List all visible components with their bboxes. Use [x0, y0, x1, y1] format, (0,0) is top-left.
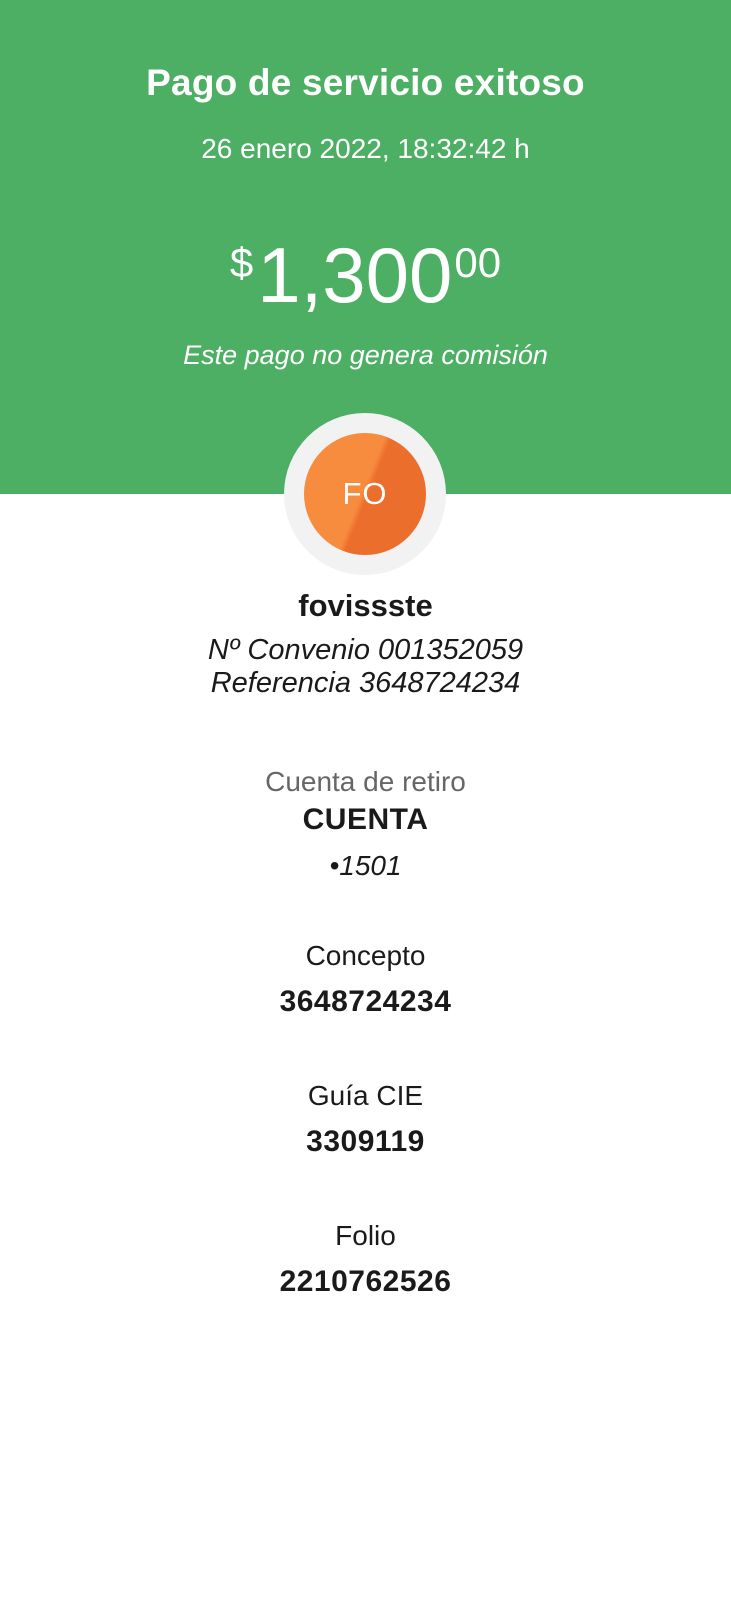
amount-cents: 00: [454, 239, 502, 286]
reference-number: Referencia 3648724234: [210, 667, 521, 699]
agreement-number: Nº Convenio 001352059: [207, 634, 524, 666]
amount-currency: $: [229, 239, 254, 286]
withdrawal-account-label: Cuenta de retiro: [265, 766, 466, 797]
payment-details: fovissste Nº Convenio 001352059 Referenc…: [0, 584, 731, 1302]
biller-avatar-ring: FO: [284, 413, 446, 575]
withdrawal-account-number: •1501: [329, 850, 402, 881]
concept-value: 3648724234: [279, 985, 452, 1018]
cie-guide-value: 3309119: [306, 1125, 425, 1158]
amount-integer: 1,300: [257, 231, 453, 319]
payment-amount: $ 1,300 00: [0, 228, 731, 314]
cie-guide-section: Guía CIE 3309119: [0, 1078, 731, 1162]
cie-guide-label: Guía CIE: [307, 1080, 424, 1111]
folio-section: Folio 2210762526: [0, 1218, 731, 1302]
biller-initials: FO: [342, 476, 388, 511]
withdrawal-account-name: CUENTA: [302, 803, 429, 836]
biller-avatar: FO: [304, 433, 426, 555]
folio-label: Folio: [335, 1220, 396, 1251]
concept-section: Concepto 3648724234: [0, 938, 731, 1022]
commission-note: Este pago no genera comisión: [183, 340, 548, 370]
transaction-datetime: 26 enero 2022, 18:32:42 h: [201, 133, 530, 164]
folio-value: 2210762526: [279, 1265, 452, 1298]
biller-name: fovissste: [298, 588, 433, 623]
page-title: Pago de servicio exitoso: [146, 62, 585, 103]
withdrawal-account-section: Cuenta de retiro CUENTA •1501: [0, 764, 731, 886]
concept-label: Concepto: [305, 940, 426, 971]
